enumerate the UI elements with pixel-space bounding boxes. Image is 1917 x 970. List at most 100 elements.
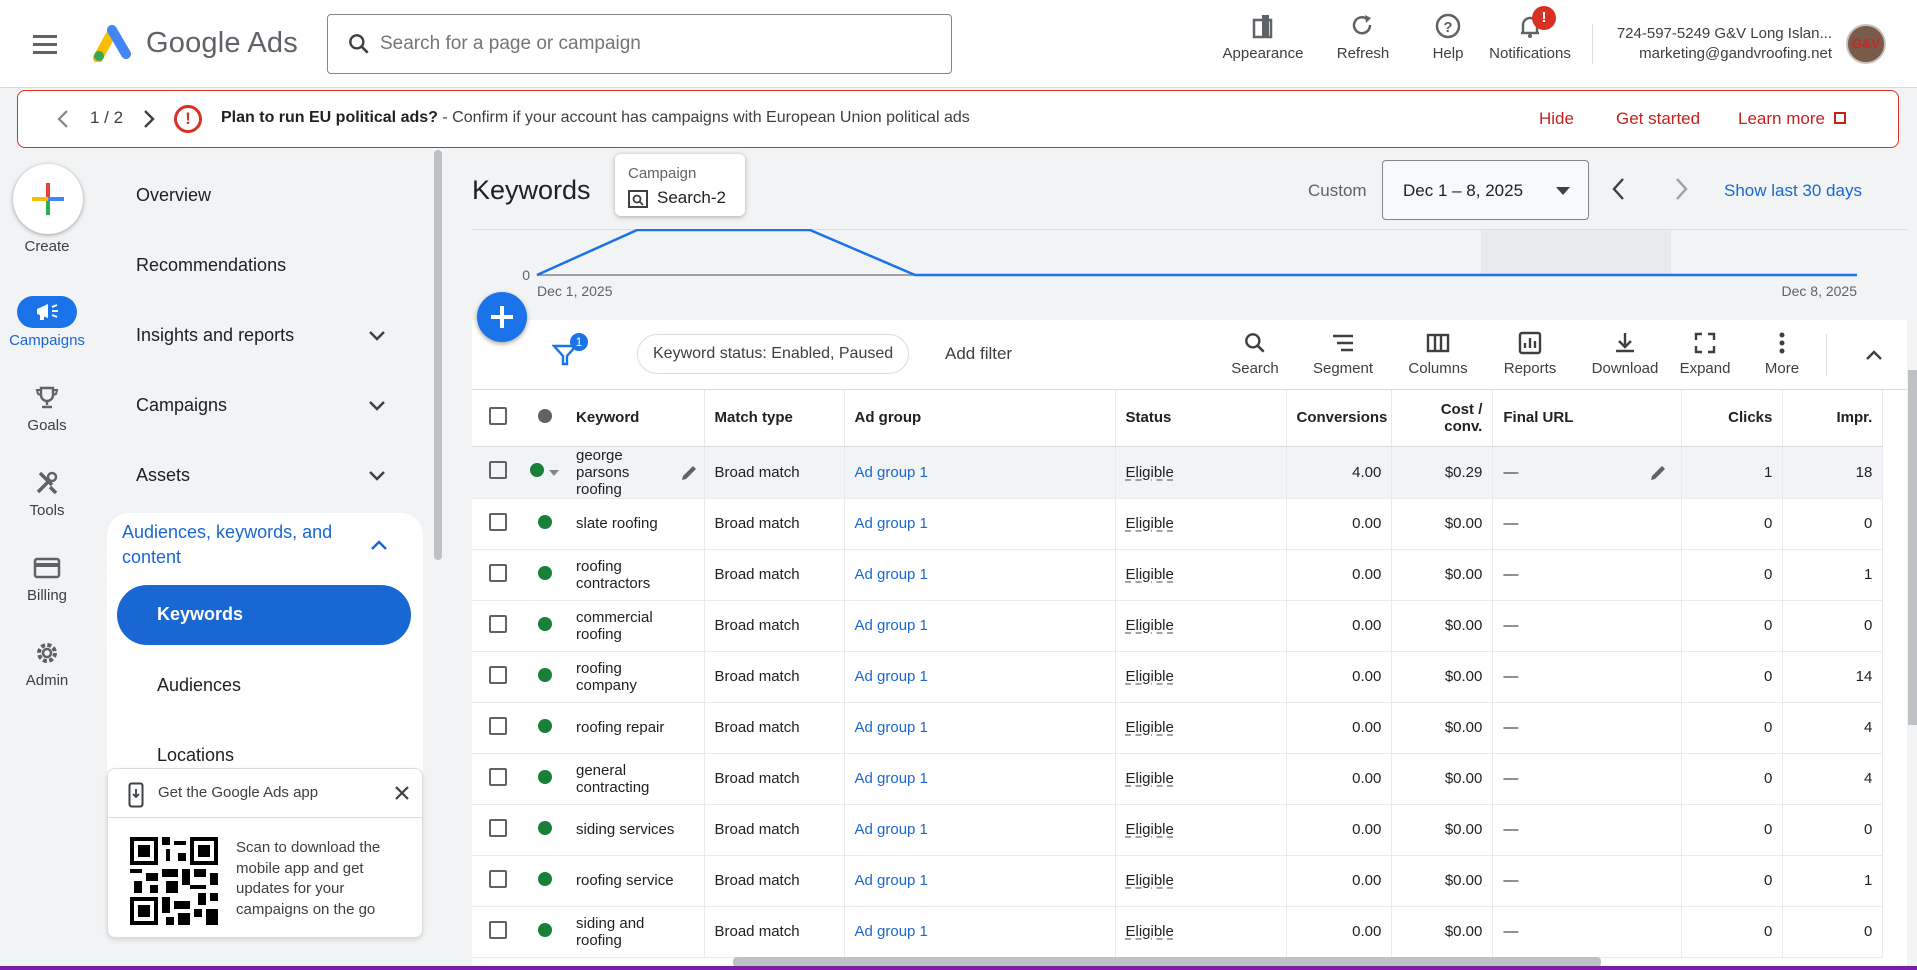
segment-button[interactable]: Segment xyxy=(1308,330,1378,377)
row-checkbox[interactable] xyxy=(489,563,507,582)
ad-group-link[interactable]: Ad group 1 xyxy=(855,719,928,736)
prev-notice-icon[interactable] xyxy=(56,109,70,129)
keyword-cell[interactable]: general contracting xyxy=(566,753,705,805)
select-all-checkbox[interactable] xyxy=(489,406,507,425)
keyword-cell[interactable]: george parsons roofing xyxy=(566,446,705,499)
status-text[interactable]: Eligible xyxy=(1126,617,1174,634)
keyword-cell[interactable]: commercial roofing xyxy=(566,600,705,652)
enabled-status-dot[interactable] xyxy=(538,820,552,835)
enabled-status-dot[interactable] xyxy=(530,463,544,477)
final-url-cell[interactable]: — xyxy=(1492,855,1683,907)
nav-overview[interactable]: Overview xyxy=(136,185,211,206)
download-button[interactable]: Download xyxy=(1580,330,1670,377)
table-row[interactable]: roofing repair Broad match Ad group 1 Eligi… xyxy=(472,702,1884,754)
keyword-cell[interactable]: slate roofing xyxy=(566,498,705,550)
learn-more-link[interactable]: Learn more xyxy=(1738,109,1846,129)
get-started-link[interactable]: Get started xyxy=(1616,109,1700,129)
columns-button[interactable]: Columns xyxy=(1398,330,1478,377)
table-row[interactable]: siding and roofing Broad match Ad group 1 E… xyxy=(472,906,1884,958)
row-checkbox[interactable] xyxy=(489,920,507,939)
clicks-header[interactable]: Clicks xyxy=(1681,390,1784,447)
enabled-status-dot[interactable] xyxy=(538,718,552,733)
menu-icon[interactable] xyxy=(30,30,60,58)
final-url-cell[interactable]: — xyxy=(1492,600,1683,652)
date-range-select[interactable]: Dec 1 – 8, 2025 xyxy=(1382,160,1589,220)
ad-group-link[interactable]: Ad group 1 xyxy=(855,770,928,787)
prev-period-icon[interactable] xyxy=(1610,176,1628,202)
row-checkbox[interactable] xyxy=(489,767,507,786)
table-row[interactable]: roofing service Broad match Ad group 1 Elig… xyxy=(472,855,1884,907)
appearance-button[interactable]: Appearance xyxy=(1218,12,1308,72)
keyword-cell[interactable]: roofing repair xyxy=(566,702,705,754)
expand-button[interactable]: Expand xyxy=(1670,330,1740,377)
account-info[interactable]: 724-597-5249 G&V Long Islan... marketing… xyxy=(1600,24,1832,64)
rail-campaigns[interactable]: Campaigns xyxy=(0,296,94,349)
status-text[interactable]: Eligible xyxy=(1126,668,1174,685)
table-row[interactable]: general contracting Broad match Ad group 1… xyxy=(472,753,1884,805)
status-text[interactable]: Eligible xyxy=(1126,464,1174,481)
table-row[interactable]: slate roofing Broad match Ad group 1 Eligib… xyxy=(472,498,1884,550)
notifications-button[interactable]: ! Notifications xyxy=(1480,6,1580,72)
final-url-cell[interactable]: — xyxy=(1492,702,1683,754)
final-url-cell[interactable]: — xyxy=(1492,753,1683,805)
final-url-cell[interactable]: — xyxy=(1492,906,1683,958)
pencil-icon[interactable] xyxy=(680,464,698,482)
search-tool-button[interactable]: Search xyxy=(1220,330,1290,377)
final-url-cell[interactable]: — xyxy=(1492,446,1683,499)
keyword-status-filter-chip[interactable]: Keyword status: Enabled, Paused xyxy=(637,334,910,374)
reports-button[interactable]: Reports xyxy=(1490,330,1570,377)
more-button[interactable]: More xyxy=(1752,330,1812,377)
row-checkbox[interactable] xyxy=(489,869,507,888)
nav-insights-and-reports[interactable]: Insights and reports xyxy=(136,325,294,346)
next-period-icon[interactable] xyxy=(1672,176,1690,202)
ad-group-link[interactable]: Ad group 1 xyxy=(855,668,928,685)
add-keyword-fab[interactable] xyxy=(477,292,527,342)
refresh-button[interactable]: Refresh xyxy=(1328,12,1398,72)
ad-group-link[interactable]: Ad group 1 xyxy=(855,923,928,940)
create-button[interactable] xyxy=(13,164,83,234)
final-url-cell[interactable]: — xyxy=(1492,651,1683,703)
nav-audiences[interactable]: Audiences xyxy=(157,675,241,696)
row-checkbox[interactable] xyxy=(489,818,507,837)
nav-keywords[interactable]: Keywords xyxy=(117,585,411,645)
status-header[interactable]: Status xyxy=(1115,390,1287,447)
global-search[interactable] xyxy=(327,14,952,74)
ad-group-link[interactable]: Ad group 1 xyxy=(855,566,928,583)
ad-group-header[interactable]: Ad group xyxy=(844,390,1116,447)
rail-tools[interactable]: Tools xyxy=(0,466,94,519)
ad-group-link[interactable]: Ad group 1 xyxy=(855,872,928,889)
campaign-selector[interactable]: Campaign Search-2 xyxy=(615,154,745,216)
search-input[interactable] xyxy=(380,29,920,59)
impr-header[interactable]: Impr. xyxy=(1782,390,1884,447)
ad-group-link[interactable]: Ad group 1 xyxy=(855,515,928,532)
keyword-header[interactable]: Keyword xyxy=(566,390,705,447)
status-text[interactable]: Eligible xyxy=(1126,872,1174,889)
status-text[interactable]: Eligible xyxy=(1126,566,1174,583)
row-checkbox[interactable] xyxy=(489,461,507,479)
enabled-status-dot[interactable] xyxy=(538,616,552,631)
nav-assets[interactable]: Assets xyxy=(136,465,190,486)
rail-admin[interactable]: Admin xyxy=(0,636,94,689)
chevron-down-icon[interactable] xyxy=(366,394,388,416)
status-text[interactable]: Eligible xyxy=(1126,821,1174,838)
row-checkbox[interactable] xyxy=(489,665,507,684)
ad-group-link[interactable]: Ad group 1 xyxy=(855,821,928,838)
enabled-status-dot[interactable] xyxy=(538,565,552,580)
table-row[interactable]: roofing contractors Broad match Ad group 1… xyxy=(472,549,1884,601)
enabled-status-dot[interactable] xyxy=(538,667,552,682)
ad-group-link[interactable]: Ad group 1 xyxy=(855,464,928,481)
avatar[interactable]: G&V xyxy=(1846,24,1886,64)
add-filter-button[interactable]: Add filter xyxy=(945,344,1012,364)
table-row[interactable]: siding services Broad match Ad group 1 Elig… xyxy=(472,804,1884,856)
close-icon[interactable] xyxy=(393,784,411,802)
show-last-30-days-link[interactable]: Show last 30 days xyxy=(1724,181,1862,201)
conversions-header[interactable]: Conversions xyxy=(1286,390,1393,447)
chevron-up-icon[interactable] xyxy=(368,534,390,556)
keyword-cell[interactable]: siding services xyxy=(566,804,705,856)
nav-audiences-keywords-content[interactable]: Audiences, keywords, and content xyxy=(122,520,370,570)
final-url-cell[interactable]: — xyxy=(1492,498,1683,550)
table-row[interactable]: commercial roofing Broad match Ad group 1 E… xyxy=(472,600,1884,652)
row-checkbox[interactable] xyxy=(489,512,507,531)
pencil-icon[interactable] xyxy=(1649,464,1667,482)
nav-locations[interactable]: Locations xyxy=(157,745,234,766)
